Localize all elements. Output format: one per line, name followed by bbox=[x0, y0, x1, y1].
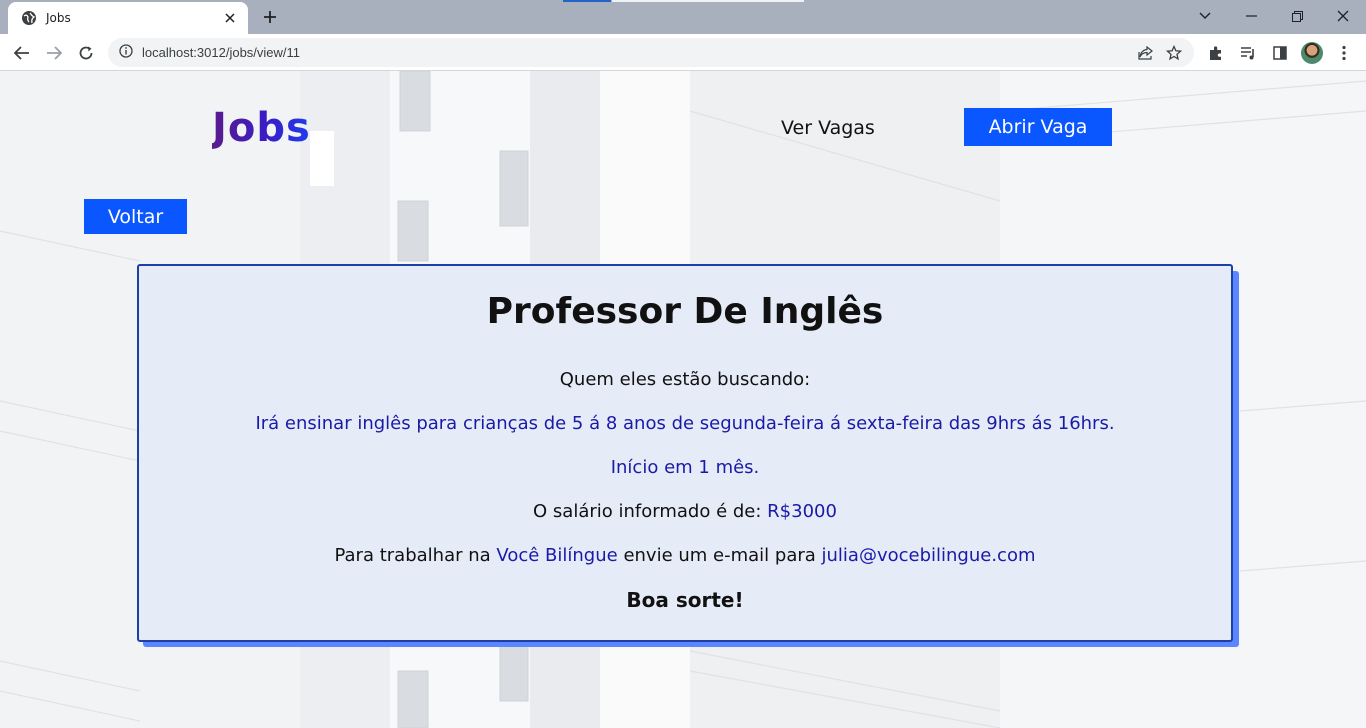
salary-line: O salário informado é de: R$3000 bbox=[139, 490, 1231, 534]
url-text: localhost:3012/jobs/view/11 bbox=[142, 45, 301, 60]
media-queue-icon[interactable] bbox=[1234, 39, 1262, 67]
site-logo[interactable]: Jobs bbox=[212, 105, 311, 151]
close-tab-icon[interactable] bbox=[222, 10, 238, 26]
browser-tab-strip: Jobs bbox=[0, 0, 1366, 34]
job-card: Professor De Inglês Quem eles estão busc… bbox=[137, 264, 1233, 642]
good-luck-text: Boa sorte! bbox=[626, 588, 744, 612]
tab-strip-accent-light bbox=[612, 0, 804, 2]
tab-strip-accent bbox=[563, 0, 611, 2]
tab-title: Jobs bbox=[46, 11, 71, 25]
bookmark-star-icon[interactable] bbox=[1160, 39, 1188, 67]
minimize-icon[interactable] bbox=[1228, 0, 1274, 32]
job-description: Irá ensinar inglês para crianças de 5 á … bbox=[255, 413, 1115, 478]
address-bar[interactable]: localhost:3012/jobs/view/11 bbox=[108, 38, 1194, 67]
job-title: Professor De Inglês bbox=[486, 291, 884, 332]
tab-search-chevron-down-icon[interactable] bbox=[1182, 0, 1228, 32]
more-menu-icon[interactable] bbox=[1330, 39, 1358, 67]
browser-tab[interactable]: Jobs bbox=[8, 2, 248, 34]
avatar-icon bbox=[1301, 42, 1323, 64]
contact-line: Para trabalhar na Você Bilíngue envie um… bbox=[139, 534, 1231, 578]
open-job-button[interactable]: Abrir Vaga bbox=[964, 108, 1112, 146]
seeking-label: Quem eles estão buscando: bbox=[559, 369, 811, 390]
back-button[interactable]: Voltar bbox=[84, 199, 187, 234]
contact-prefix: Para trabalhar na bbox=[334, 545, 491, 566]
salary-label: O salário informado é de: bbox=[533, 501, 762, 522]
restore-icon[interactable] bbox=[1274, 0, 1320, 32]
reload-icon[interactable] bbox=[72, 39, 100, 67]
extensions-puzzle-icon[interactable] bbox=[1202, 39, 1230, 67]
page-viewport: Jobs Ver Vagas Abrir Vaga Voltar Profess… bbox=[0, 71, 1366, 728]
new-tab-plus-icon[interactable] bbox=[259, 6, 281, 28]
contact-middle: envie um e-mail para bbox=[623, 545, 816, 566]
site-info-icon[interactable] bbox=[119, 43, 133, 62]
share-icon[interactable] bbox=[1132, 39, 1160, 67]
salary-value: R$3000 bbox=[767, 501, 837, 522]
back-arrow-icon[interactable] bbox=[8, 39, 36, 67]
contact-email: julia@vocebilingue.com bbox=[821, 545, 1036, 566]
nav-link-ver-vagas[interactable]: Ver Vagas bbox=[781, 117, 875, 139]
company-name: Você Bilíngue bbox=[496, 545, 618, 566]
globe-icon bbox=[21, 10, 37, 26]
profile-avatar[interactable] bbox=[1298, 39, 1326, 67]
side-panel-icon[interactable] bbox=[1266, 39, 1294, 67]
close-window-icon[interactable] bbox=[1320, 0, 1366, 32]
browser-toolbar: localhost:3012/jobs/view/11 bbox=[0, 34, 1366, 71]
forward-arrow-icon[interactable] bbox=[40, 39, 68, 67]
